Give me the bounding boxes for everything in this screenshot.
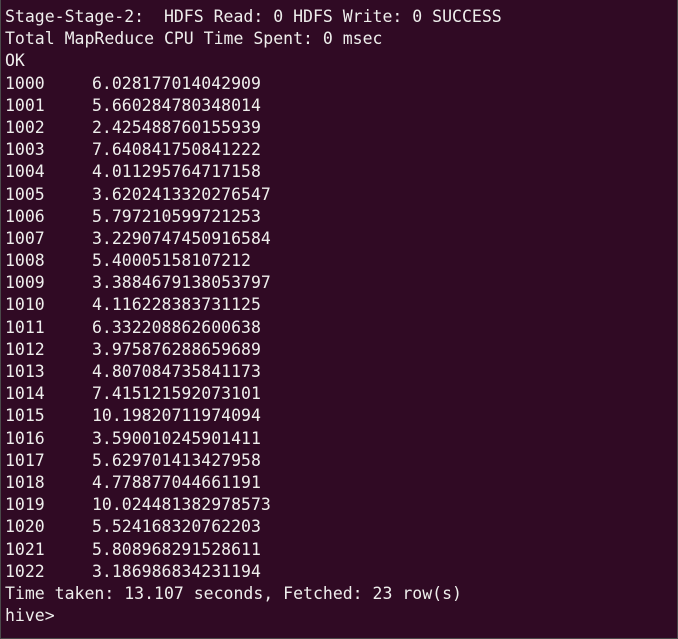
row-id: 1008: [5, 251, 45, 271]
row-id: 1004: [5, 162, 45, 182]
ok-line: OK: [5, 51, 25, 71]
result-row: 1002 2.425488760155939: [5, 117, 678, 139]
result-row: 1000 6.028177014042909: [5, 73, 678, 95]
result-row: 1008 5.40005158107212: [5, 250, 678, 272]
row-id: 1019: [5, 495, 45, 515]
hive-prompt[interactable]: hive>: [5, 605, 678, 627]
row-id: 1014: [5, 384, 45, 404]
row-id: 1006: [5, 206, 45, 226]
stage-status-line: Stage-Stage-2: HDFS Read: 0 HDFS Write: …: [5, 7, 502, 26]
result-row: 1006 5.797210599721253: [5, 206, 678, 228]
row-id: 1012: [5, 339, 45, 359]
result-row: 1021 5.808968291528611: [5, 539, 678, 561]
result-row: 1018 4.778877044661191: [5, 472, 678, 494]
result-row: 1013 4.807084735841173: [5, 361, 678, 383]
row-id: 1021: [5, 539, 45, 559]
row-value: 5.660284780348014: [92, 95, 261, 115]
row-value: 3.3884679138053797: [92, 273, 271, 293]
row-id: 1017: [5, 450, 45, 470]
row-value: 3.590010245901411: [92, 428, 261, 448]
row-value: 3.2290747450916584: [92, 228, 271, 248]
row-id: 1018: [5, 472, 45, 492]
row-id: 1007: [5, 228, 45, 248]
row-value: 2.425488760155939: [92, 117, 261, 137]
row-id: 1016: [5, 428, 45, 448]
result-row: 1020 5.524168320762203: [5, 516, 678, 538]
row-value: 10.024481382978573: [92, 495, 271, 515]
row-value: 10.19820711974094: [92, 406, 261, 426]
row-id: 1002: [5, 117, 45, 137]
result-row: 1014 7.415121592073101: [5, 383, 678, 405]
row-id: 1009: [5, 273, 45, 293]
cpu-time-line: Total MapReduce CPU Time Spent: 0 msec: [5, 29, 383, 49]
row-value: 3.975876288659689: [92, 339, 261, 359]
result-row: 1022 3.186986834231194: [5, 561, 678, 583]
row-value: 4.778877044661191: [92, 472, 261, 492]
row-id: 1001: [5, 95, 45, 115]
result-row: 1012 3.975876288659689: [5, 339, 678, 361]
row-value: 4.807084735841173: [92, 362, 261, 381]
row-value: 3.186986834231194: [92, 561, 261, 581]
row-id: 1003: [5, 140, 45, 160]
result-row: 1005 3.6202413320276547: [5, 184, 678, 206]
time-taken-line: Time taken: 13.107 seconds, Fetched: 23 …: [5, 583, 462, 603]
row-value: 5.797210599721253: [92, 206, 261, 226]
row-id: 1020: [5, 517, 45, 537]
row-value: 5.808968291528611: [92, 539, 261, 559]
result-row: 1001 5.660284780348014: [5, 95, 678, 117]
row-value: 4.011295764717158: [92, 162, 261, 182]
row-value: 7.640841750841222: [92, 140, 261, 160]
result-row: 1007 3.2290747450916584: [5, 228, 678, 250]
row-value: 7.415121592073101: [92, 384, 261, 404]
row-id: 1011: [5, 317, 45, 337]
row-value: 5.629701413427958: [92, 450, 261, 470]
row-value: 6.028177014042909: [92, 73, 261, 93]
result-row: 1003 7.640841750841222: [5, 139, 678, 161]
row-id: 1022: [5, 561, 45, 581]
terminal-window[interactable]: Stage-Stage-2: HDFS Read: 0 HDFS Write: …: [0, 0, 678, 639]
result-row: 1019 10.024481382978573: [5, 494, 678, 516]
row-id: 1005: [5, 184, 45, 204]
row-value: 3.6202413320276547: [92, 184, 271, 204]
row-id: 1013: [5, 362, 45, 381]
result-row: 1015 10.19820711974094: [5, 405, 678, 427]
row-id: 1015: [5, 406, 45, 426]
row-id: 1010: [5, 295, 45, 315]
row-value: 4.116228383731125: [92, 295, 261, 315]
result-row: 1009 3.3884679138053797: [5, 272, 678, 294]
row-value: 5.524168320762203: [92, 517, 261, 537]
result-row: 1017 5.629701413427958: [5, 450, 678, 472]
row-value: 6.332208862600638: [92, 317, 261, 337]
query-results: 1000 6.028177014042909 1001 5.660284780348…: [5, 73, 678, 583]
result-row: 1010 4.116228383731125: [5, 294, 678, 316]
row-id: 1000: [5, 73, 45, 93]
result-row: 1004 4.011295764717158: [5, 161, 678, 183]
row-value: 5.40005158107212: [92, 251, 251, 271]
result-row: 1011 6.332208862600638: [5, 317, 678, 339]
result-row: 1016 3.590010245901411: [5, 428, 678, 450]
